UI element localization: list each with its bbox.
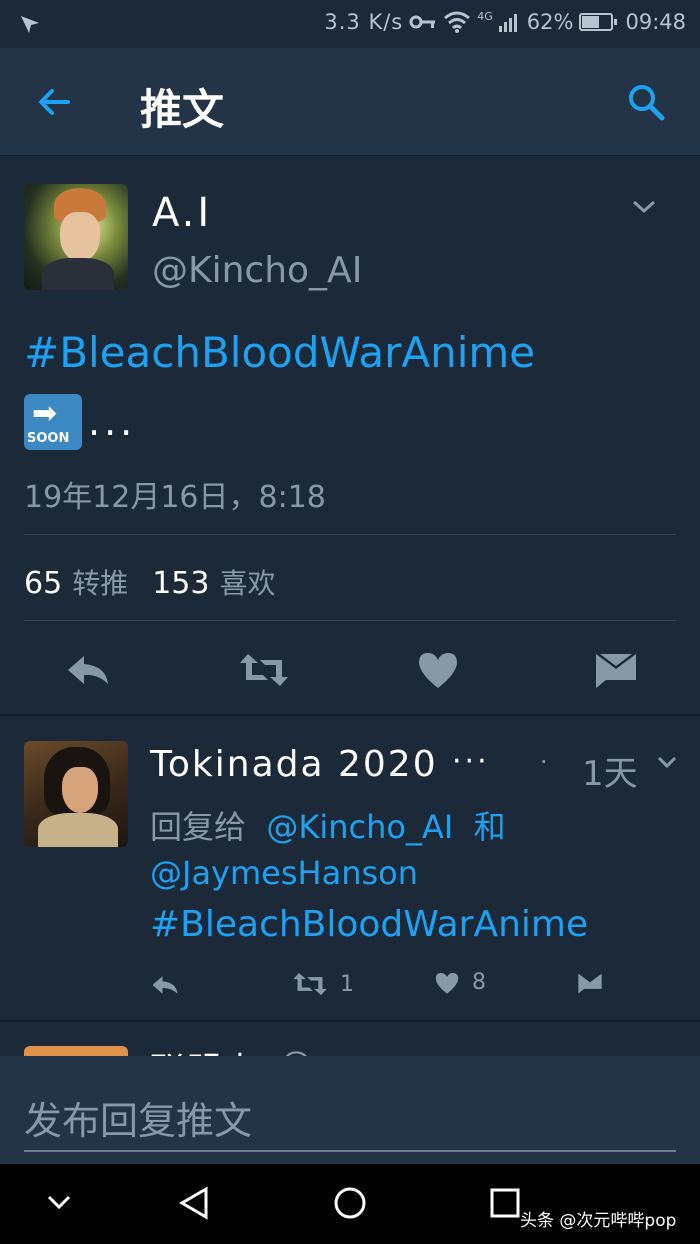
reply-time: 1天	[582, 754, 638, 794]
like-label[interactable]: 喜欢	[219, 562, 275, 602]
back-arrow-icon[interactable]	[34, 82, 74, 122]
tweet-line: ➡ SOON ...	[24, 394, 136, 450]
battery-percent: 62%	[526, 10, 574, 34]
back-triangle-icon[interactable]	[178, 1186, 210, 1220]
reply-dot: ·	[540, 748, 548, 776]
like-count[interactable]: 153	[152, 566, 209, 601]
reply-hashtag[interactable]: #BleachBloodWarAnime	[150, 904, 588, 945]
watermark: 头条 @次元哔哔pop	[520, 1211, 677, 1231]
retweet-icon[interactable]	[292, 970, 328, 998]
retweet-icon[interactable]	[238, 650, 290, 690]
mention-link[interactable]: @Kincho_AI	[266, 808, 453, 846]
tweet-timestamp: 19年12月16日，8:18	[24, 480, 326, 515]
wifi-icon	[444, 11, 471, 33]
status-bar: 3.3 K/s 4G 62% 09:48	[0, 0, 700, 48]
vpn-key-icon	[409, 15, 436, 29]
compose-underline	[24, 1150, 676, 1152]
tweet-ellipsis: ...	[88, 400, 137, 444]
chevron-down-icon[interactable]	[630, 196, 658, 216]
like-heart-icon[interactable]	[416, 650, 460, 690]
reply-name-more: ···	[452, 744, 490, 779]
section-separator	[0, 714, 700, 716]
soon-arrow-emoji: ➡ SOON	[24, 394, 82, 450]
recents-square-icon[interactable]	[490, 1188, 520, 1218]
reply-retweet-action[interactable]: 1	[292, 970, 354, 998]
reply-compose-input[interactable]: 发布回复推文	[24, 1090, 252, 1145]
chevron-down-icon[interactable]	[46, 1194, 72, 1210]
battery-icon	[579, 13, 618, 31]
chevron-down-icon[interactable]	[656, 754, 678, 770]
network-speed: 3.3 K/s	[324, 10, 404, 34]
divider	[24, 534, 676, 535]
reply-retweet-count: 1	[340, 971, 354, 997]
reply-prefix: 回复给	[150, 808, 247, 846]
author-name[interactable]: A.I	[152, 190, 212, 236]
reply-author-name[interactable]: Tokinada 2020	[150, 744, 438, 785]
retweet-label[interactable]: 转推	[72, 562, 128, 602]
network-type: 4G	[477, 10, 493, 23]
compose-bar: 发布回复推文	[0, 1056, 700, 1164]
author-avatar[interactable]	[24, 184, 128, 290]
share-message-icon[interactable]	[576, 970, 604, 996]
clock: 09:48	[625, 10, 686, 34]
app-bar: 推文	[0, 48, 700, 156]
reply-to-line: 回复给 @Kincho_AI 和 @JaymesHanson	[150, 804, 670, 896]
system-nav-bar	[0, 1164, 700, 1244]
home-circle-icon[interactable]	[333, 1186, 367, 1220]
tweet-hashtag[interactable]: #BleachBloodWarAnime	[24, 328, 535, 377]
mention-link[interactable]: @JaymesHanson	[150, 854, 418, 892]
signal-icon	[498, 14, 517, 32]
reply-icon[interactable]	[150, 972, 180, 998]
reply-icon[interactable]	[64, 650, 112, 690]
like-heart-icon[interactable]	[434, 971, 460, 995]
author-handle[interactable]: @Kincho_AI	[152, 250, 362, 291]
and-text: 和	[473, 808, 506, 846]
search-icon[interactable]	[626, 82, 666, 122]
reply-like-count: 8	[472, 970, 486, 995]
reply-avatar[interactable]	[24, 741, 128, 847]
next-tweet-peek: 联盟寺 @...	[0, 1022, 700, 1058]
reply-like-action[interactable]: 8	[434, 970, 486, 995]
share-message-icon[interactable]	[592, 650, 640, 690]
retweet-count[interactable]: 65	[24, 566, 62, 601]
navigation-arrow-icon	[21, 16, 39, 33]
divider	[24, 620, 676, 621]
tweet-stats: 65 转推 153 喜欢	[24, 562, 289, 602]
page-title: 推文	[140, 85, 225, 134]
